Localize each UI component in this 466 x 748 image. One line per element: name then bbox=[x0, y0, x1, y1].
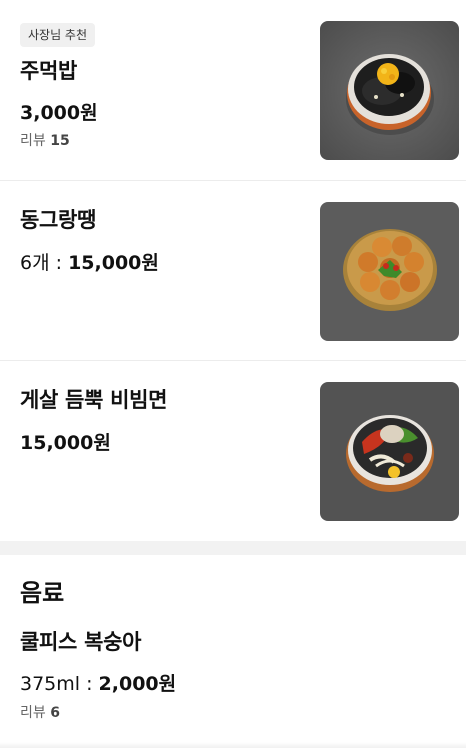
menu-item-donggeurangttaeng[interactable]: 동그랑땡 6개 : 15,000원 bbox=[0, 181, 466, 360]
menu-item-price: 15,000원 bbox=[20, 432, 111, 454]
menu-item-review: 리뷰 6 bbox=[20, 705, 60, 721]
menu-item-name: 쿨피스 복숭아 bbox=[20, 630, 142, 654]
menu-item-crab-bibimmyeon[interactable]: 게살 듬뿍 비빔면 15,000원 bbox=[0, 361, 466, 540]
noodle-bowl-photo[interactable] bbox=[320, 382, 459, 521]
menu-item-price: 3,000원 bbox=[20, 102, 98, 124]
bottom-shadow bbox=[0, 742, 466, 748]
menu-item-name: 게살 듬뿍 비빔면 bbox=[20, 388, 168, 412]
rice-ball-bowl-photo[interactable] bbox=[320, 21, 459, 160]
menu-item-jumeokbap[interactable]: 사장님 추천 주먹밥 3,000원 리뷰 15 bbox=[0, 0, 466, 180]
section-title: 음료 bbox=[20, 579, 65, 607]
menu-item-review: 리뷰 15 bbox=[20, 133, 70, 149]
pancake-plate-photo[interactable] bbox=[320, 202, 459, 341]
menu-item-name: 동그랑땡 bbox=[20, 208, 97, 232]
menu-item-price: 6개 : 15,000원 bbox=[20, 252, 159, 274]
drinks-section: 음료 쿨피스 복숭아 375ml : 2,000원 리뷰 6 bbox=[0, 555, 466, 748]
owner-recommend-badge: 사장님 추천 bbox=[20, 23, 96, 47]
menu-item-name: 주먹밥 bbox=[20, 59, 78, 83]
menu-item-price: 375ml : 2,000원 bbox=[20, 673, 177, 695]
menu-item-coolpis-peach[interactable]: 쿨피스 복숭아 375ml : 2,000원 리뷰 6 bbox=[0, 615, 466, 748]
section-separator bbox=[0, 541, 466, 555]
